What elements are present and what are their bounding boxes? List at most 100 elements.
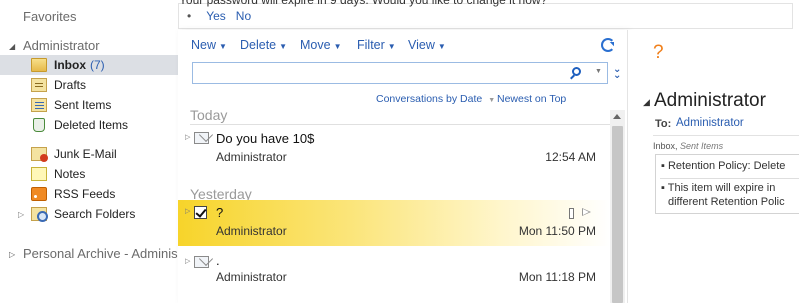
sidebar-item-junk-email[interactable]: Junk E-Mail [0, 144, 178, 164]
arrange-by-link[interactable]: Conversations by Date ▼ [376, 93, 495, 105]
envelope-icon [194, 256, 209, 268]
sidebar-item-rss-feeds[interactable]: RSS Feeds [0, 184, 178, 204]
arrange-by-label: Conversations by Date [376, 93, 483, 105]
chevron-down-icon: ▼ [488, 97, 496, 104]
retention-policy-box: ▪ Retention Policy: Delete ▪ This item w… [655, 154, 799, 214]
expand-search-icon[interactable]: ⌄ ⌄ [613, 65, 621, 81]
to-recipient-link[interactable]: Administrator [676, 117, 744, 129]
delete-button[interactable]: Delete ▼ [240, 38, 287, 52]
password-expiry-infobar: • Your password will expire in 9 days. W… [178, 0, 793, 29]
navigation-pane: Favorites ◢ Administrator Inbox (7) Draf… [0, 0, 178, 303]
message-sender: Administrator [216, 224, 287, 238]
reading-pane: ? ◢ Administrator To: Administrator Inbo… [628, 30, 799, 303]
search-options-chevron-icon[interactable]: ▼ [595, 68, 602, 75]
search-folders-icon [31, 207, 48, 222]
drafts-icon [31, 78, 47, 92]
expand-archive-icon[interactable]: ▷ [9, 250, 15, 259]
retention-policy-text: ▪ Retention Policy: Delete [661, 160, 786, 172]
sidebar-item-label: Junk E-Mail [54, 147, 117, 161]
scroll-up-icon[interactable] [613, 114, 621, 119]
expand-conversation-icon[interactable]: ▷ [185, 133, 190, 141]
message-subject: ? [216, 205, 224, 220]
sidebar-item-label: Search Folders [54, 207, 136, 221]
search-icon[interactable] [572, 67, 581, 76]
folder-info: Inbox, Sent Items [653, 141, 723, 151]
sidebar-item-notes[interactable]: Notes [0, 164, 178, 184]
rss-feeds-icon [31, 187, 47, 201]
chevron-down-icon: ▼ [437, 42, 446, 51]
group-divider [190, 124, 610, 125]
sidebar-item-label: Notes [54, 167, 86, 181]
chevron-down-icon: ▼ [387, 42, 396, 51]
message-list-scrollbar[interactable] [610, 110, 625, 303]
scroll-thumb[interactable] [612, 126, 623, 303]
sidebar-item-label: Drafts [54, 78, 87, 92]
sidebar-item-drafts[interactable]: Drafts [0, 75, 178, 95]
delete-label: Delete [240, 38, 277, 52]
collapse-header-icon[interactable]: ◢ [643, 97, 650, 108]
sidebar-item-label: Sent Items [54, 98, 112, 112]
search-input[interactable] [197, 65, 557, 81]
move-button[interactable]: Move ▼ [300, 38, 342, 52]
unknown-sender-icon: ? [653, 42, 664, 63]
archive-heading[interactable]: Personal Archive - Adminis [23, 246, 178, 261]
notes-icon [31, 167, 47, 181]
envelope-icon [194, 132, 209, 144]
sort-order-link[interactable]: Newest on Top [497, 93, 566, 105]
group-header-today[interactable]: Today [190, 107, 227, 123]
message-sender: Administrator [216, 150, 287, 164]
sidebar-item-inbox[interactable]: Inbox (7) [0, 55, 178, 75]
message-row-selected[interactable]: ▷ ? Administrator Mon 11:50 PM [178, 200, 610, 246]
message-subject: . [216, 253, 220, 268]
filter-button[interactable]: Filter ▼ [357, 38, 396, 52]
expand-conversation-icon[interactable]: ▷ [185, 257, 190, 265]
sent-items-icon [31, 98, 47, 112]
favorites-heading[interactable]: Favorites [23, 9, 76, 24]
category-icon[interactable] [569, 208, 574, 219]
reading-pane-title: Administrator [654, 90, 766, 111]
to-label: To: [655, 118, 672, 130]
deleted-items-icon [33, 118, 45, 132]
message-time: 12:54 AM [545, 150, 596, 164]
sidebar-item-search-folders[interactable]: ▷ Search Folders [0, 204, 178, 224]
message-time: Mon 11:18 PM [518, 270, 596, 284]
search-box[interactable]: ▼ [192, 62, 608, 84]
view-button[interactable]: View ▼ [408, 38, 446, 52]
sidebar-item-sent-items[interactable]: Sent Items [0, 95, 178, 115]
refresh-icon[interactable] [601, 38, 615, 52]
expiry-line-2: different Retention Polic [668, 196, 785, 208]
header-divider [653, 135, 799, 136]
expand-conversation-icon[interactable]: ▷ [185, 207, 190, 215]
sidebar-item-label: Deleted Items [54, 118, 129, 132]
checkbox-icon[interactable] [194, 206, 207, 219]
flag-icon[interactable] [582, 208, 591, 216]
unread-count: (7) [90, 58, 105, 72]
account-heading[interactable]: Administrator [23, 38, 100, 53]
filter-label: Filter [357, 38, 385, 52]
new-button[interactable]: New ▼ [191, 38, 227, 52]
folder-sub-name: Sent Items [680, 141, 724, 151]
expand-search-folders-icon[interactable]: ▷ [18, 210, 24, 219]
inbox-icon [31, 58, 47, 72]
retention-policy-line: Retention Policy: Delete [667, 160, 786, 172]
message-subject: Do you have 10$ [216, 131, 315, 146]
move-label: Move [300, 38, 331, 52]
toolbar: New ▼ Delete ▼ Move ▼ Filter ▼ View ▼ [178, 30, 628, 60]
expiry-text: ▪ This item will expire in [661, 182, 776, 194]
expiry-line-1: This item will expire in [667, 182, 776, 194]
collapse-account-icon[interactable]: ◢ [9, 42, 15, 51]
folder-name: Inbox, [653, 141, 678, 151]
message-list-pane: New ▼ Delete ▼ Move ▼ Filter ▼ View ▼ ▼ ⌄ ⌄ Co… [178, 30, 628, 303]
sidebar-item-deleted-items[interactable]: Deleted Items [0, 115, 178, 135]
policy-divider [660, 178, 799, 179]
new-label: New [191, 38, 217, 52]
junk-email-icon [31, 147, 48, 162]
message-sender: Administrator [216, 270, 287, 284]
message-row[interactable]: ▷ Do you have 10$ Administrator 12:54 AM [178, 129, 610, 175]
message-time: Mon 11:50 PM [518, 224, 596, 238]
chevron-down-icon: ▼ [279, 42, 288, 51]
message-row[interactable]: ▷ . Administrator Mon 11:18 PM [178, 251, 610, 297]
sidebar-item-label: RSS Feeds [54, 187, 116, 201]
chevron-down-icon: ▼ [333, 42, 342, 51]
chevron-down-icon: ▼ [219, 42, 227, 51]
